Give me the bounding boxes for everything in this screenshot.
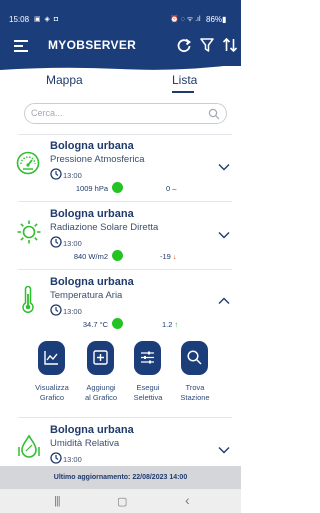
- add-box-icon: [93, 350, 108, 365]
- search-icon: [208, 108, 220, 120]
- add-to-chart-button[interactable]: [87, 341, 114, 375]
- trend-down-icon: ↓: [172, 252, 177, 261]
- sun-icon: [17, 220, 41, 244]
- tab-mappa[interactable]: Mappa: [46, 73, 83, 87]
- station-name: Bologna urbana: [50, 276, 134, 288]
- list-divider: [18, 269, 232, 270]
- station-name: Bologna urbana: [50, 424, 134, 436]
- station-name: Bologna urbana: [50, 140, 134, 152]
- status-dot: [112, 250, 123, 261]
- search-placeholder: Cerca...: [31, 108, 63, 118]
- trend-value: 0: [166, 184, 171, 193]
- last-update-text: Ultimo aggiornamento: 22/08/2023 14:00: [53, 474, 188, 481]
- station-value: 34.7 °C: [82, 320, 108, 329]
- recents-button[interactable]: |||: [54, 495, 61, 507]
- clock-icon: [50, 452, 62, 464]
- header-curve: [0, 60, 241, 70]
- back-button[interactable]: ‹: [185, 492, 190, 508]
- trend-flat-icon: –: [172, 184, 177, 193]
- chart-icon: [44, 351, 58, 365]
- trend-value: 1.2: [162, 320, 173, 329]
- trend-up-icon: ↑: [174, 320, 179, 329]
- station-name: Bologna urbana: [50, 208, 134, 220]
- station-value: 840 W/m2: [73, 252, 108, 261]
- station-trend: 1.2 ↑: [162, 320, 178, 329]
- system-nav-bar: ||| ▢ ‹: [0, 489, 241, 513]
- search-icon: [187, 350, 202, 365]
- station-value: 1009 hPa: [75, 184, 108, 193]
- clock-icon: [50, 236, 62, 248]
- add-to-chart-label: Aggiungi al Grafico: [84, 383, 118, 402]
- status-time: 15:08: [9, 15, 30, 24]
- list-divider: [18, 134, 232, 135]
- humidity-icon: [18, 434, 40, 458]
- status-dot: [112, 182, 123, 193]
- clock-icon: [50, 168, 62, 180]
- find-station-button[interactable]: [181, 341, 208, 375]
- list-divider: [18, 417, 232, 418]
- station-time: 13:00: [63, 171, 82, 180]
- chevron-down-icon[interactable]: [218, 446, 230, 454]
- trend-value: -19: [160, 252, 171, 261]
- battery-indicator: 86%▮: [206, 15, 227, 24]
- sort-icon[interactable]: [222, 37, 238, 53]
- status-bar: 15:08 ▣ ◈ ◘ ⏰ ◌ ᯤ .ıl 86%▮: [0, 0, 241, 32]
- tab-lista[interactable]: Lista: [172, 73, 197, 87]
- gauge-icon: [16, 151, 40, 175]
- last-update-bar: Ultimo aggiornamento: 22/08/2023 14:00: [0, 466, 241, 489]
- thermometer-icon: [22, 286, 34, 314]
- station-trend: 0 –: [166, 184, 176, 193]
- clock-icon: [50, 304, 62, 316]
- view-chart-label: Visualizza Grafico: [35, 383, 69, 402]
- view-chart-button[interactable]: [38, 341, 65, 375]
- home-button[interactable]: ▢: [117, 495, 127, 508]
- sliders-icon: [141, 351, 154, 364]
- station-parameter: Temperatura Aria: [50, 290, 123, 301]
- station-time: 13:00: [63, 239, 82, 248]
- menu-icon[interactable]: [14, 40, 28, 52]
- status-dot: [112, 318, 123, 329]
- app-title: MYOBSERVER: [48, 38, 137, 52]
- list-divider: [18, 201, 232, 202]
- chevron-down-icon[interactable]: [218, 231, 230, 239]
- filter-icon[interactable]: [199, 37, 215, 53]
- station-trend: -19 ↓: [160, 252, 177, 261]
- status-system-icons: ⏰ ◌ ᯤ .ıl: [170, 16, 201, 23]
- find-station-label: Trova Stazione: [180, 383, 210, 402]
- chevron-down-icon[interactable]: [218, 163, 230, 171]
- refresh-icon[interactable]: [176, 37, 192, 53]
- station-time: 13:00: [63, 307, 82, 316]
- station-parameter: Umidità Relativa: [50, 438, 120, 449]
- run-selective-button[interactable]: [134, 341, 161, 375]
- status-notification-icons: ▣ ◈ ◘: [34, 16, 60, 23]
- station-time: 13:00: [63, 455, 82, 464]
- station-parameter: Radiazione Solare Diretta: [50, 222, 159, 233]
- search-input[interactable]: Cerca...: [24, 103, 227, 124]
- run-selective-label: Esegui Selettiva: [133, 383, 163, 402]
- station-parameter: Pressione Atmosferica: [50, 154, 145, 165]
- active-tab-indicator: [172, 91, 194, 93]
- chevron-up-icon[interactable]: [218, 297, 230, 305]
